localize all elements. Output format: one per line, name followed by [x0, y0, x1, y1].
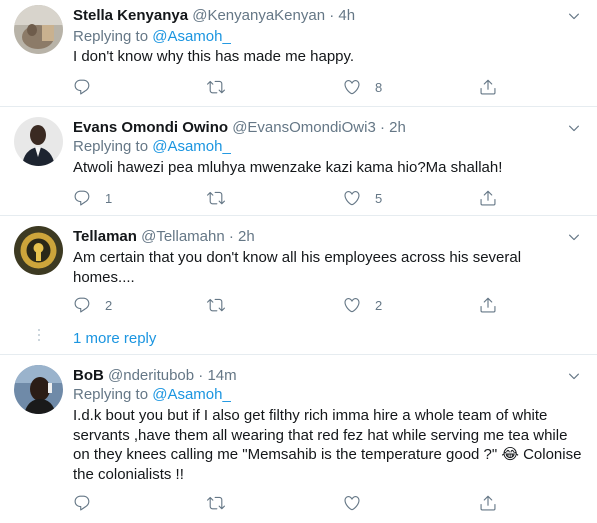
tweet[interactable]: Tellaman @Tellamahn · 2h Am certain that…	[0, 216, 597, 354]
tweet[interactable]: Evans Omondi Owino @EvansOmondiOwi3 · 2h…	[0, 107, 597, 215]
user-handle[interactable]: @EvansOmondiOwi3	[232, 119, 376, 136]
thread-line	[38, 339, 40, 341]
display-name[interactable]: Evans Omondi Owino	[73, 119, 228, 136]
heart-icon	[343, 494, 361, 512]
retweet-button[interactable]	[207, 494, 225, 512]
retweet-icon	[207, 494, 225, 512]
avatar[interactable]	[14, 226, 63, 275]
mention-link[interactable]: @Asamoh_	[152, 386, 231, 403]
thread-line	[38, 334, 40, 336]
retweet-icon	[207, 189, 225, 207]
display-name[interactable]: Tellaman	[73, 228, 137, 245]
display-name[interactable]: Stella Kenyanya	[73, 7, 188, 24]
reply-icon	[73, 78, 91, 96]
replying-to-label: Replying to	[73, 28, 149, 45]
user-handle[interactable]: @KenyanyaKenyan	[192, 7, 325, 24]
timestamp[interactable]: 4h	[338, 7, 355, 24]
separator-dot: ·	[380, 119, 385, 136]
chevron-down-icon[interactable]	[567, 121, 581, 135]
share-button[interactable]	[479, 296, 497, 314]
like-button[interactable]	[343, 494, 375, 512]
tweet-text: I.d.k bout you but if I also get filthy …	[73, 407, 582, 483]
user-handle[interactable]: @Tellamahn	[141, 228, 225, 245]
retweet-icon	[207, 296, 225, 314]
reply-count: 1	[105, 190, 113, 206]
like-button[interactable]: 5	[343, 189, 382, 207]
heart-icon	[343, 78, 361, 96]
timestamp[interactable]: 2h	[389, 119, 406, 136]
replying-to: Replying to @Asamoh_	[73, 386, 231, 404]
like-button[interactable]: 8	[343, 78, 382, 96]
tweet[interactable]: BoB @nderitubob · 14m Replying to @Asamo…	[0, 355, 597, 523]
tweet[interactable]: Stella Kenyanya @KenyanyaKenyan · 4h Rep…	[0, 0, 597, 106]
separator-dot: ·	[329, 7, 335, 24]
more-replies-link[interactable]: 1 more reply	[73, 330, 156, 347]
reply-icon	[73, 494, 91, 512]
reply-button[interactable]: 2	[73, 296, 112, 314]
like-count: 2	[375, 297, 383, 313]
tweet-header: BoB @nderitubob · 14m	[73, 367, 237, 385]
tweet-header: Tellaman @Tellamahn · 2h	[73, 228, 255, 246]
chevron-down-icon[interactable]	[567, 230, 581, 244]
mention-link[interactable]: @Asamoh_	[152, 28, 231, 45]
replying-to: Replying to @Asamoh_	[73, 138, 231, 156]
reply-count: 2	[105, 297, 113, 313]
retweet-button[interactable]	[207, 189, 225, 207]
replying-to: Replying to @Asamoh_	[73, 28, 231, 46]
display-name[interactable]: BoB	[73, 367, 104, 384]
tweet-text: Atwoli hawezi pea mluhya mwenzake kazi k…	[73, 159, 503, 176]
avatar[interactable]	[14, 5, 63, 54]
share-icon	[479, 78, 497, 96]
reply-icon	[73, 296, 91, 314]
retweet-icon	[207, 78, 225, 96]
tweet-header: Stella Kenyanya @KenyanyaKenyan · 4h	[73, 7, 355, 25]
share-icon	[479, 296, 497, 314]
user-handle[interactable]: @nderitubob	[108, 367, 194, 384]
share-button[interactable]	[479, 494, 497, 512]
tweet-header: Evans Omondi Owino @EvansOmondiOwi3 · 2h	[73, 119, 406, 137]
like-count: 8	[375, 79, 383, 95]
timestamp[interactable]: 14m	[207, 367, 236, 384]
reply-button[interactable]	[73, 494, 105, 512]
heart-icon	[343, 296, 361, 314]
tweet-text: Am certain that you don't know all his e…	[73, 249, 522, 286]
share-button[interactable]	[479, 189, 497, 207]
share-button[interactable]	[479, 78, 497, 96]
heart-icon	[343, 189, 361, 207]
like-button[interactable]: 2	[343, 296, 382, 314]
chevron-down-icon[interactable]	[567, 369, 581, 383]
retweet-button[interactable]	[207, 78, 225, 96]
separator-dot: ·	[228, 228, 234, 245]
share-icon	[479, 189, 497, 207]
reply-icon	[73, 189, 91, 207]
tweet-text: I don't know why this has made me happy.	[73, 48, 355, 65]
reply-button[interactable]	[73, 78, 105, 96]
replying-to-label: Replying to	[73, 138, 149, 155]
share-icon	[479, 494, 497, 512]
avatar[interactable]	[14, 365, 63, 414]
avatar[interactable]	[14, 117, 63, 166]
retweet-button[interactable]	[207, 296, 225, 314]
separator-dot: ·	[198, 367, 204, 384]
reply-button[interactable]: 1	[73, 189, 112, 207]
timestamp[interactable]: 2h	[238, 228, 255, 245]
thread-line	[38, 329, 40, 331]
replying-to-label: Replying to	[73, 386, 149, 403]
mention-link[interactable]: @Asamoh_	[152, 138, 231, 155]
like-count: 5	[375, 190, 383, 206]
chevron-down-icon[interactable]	[567, 9, 581, 23]
